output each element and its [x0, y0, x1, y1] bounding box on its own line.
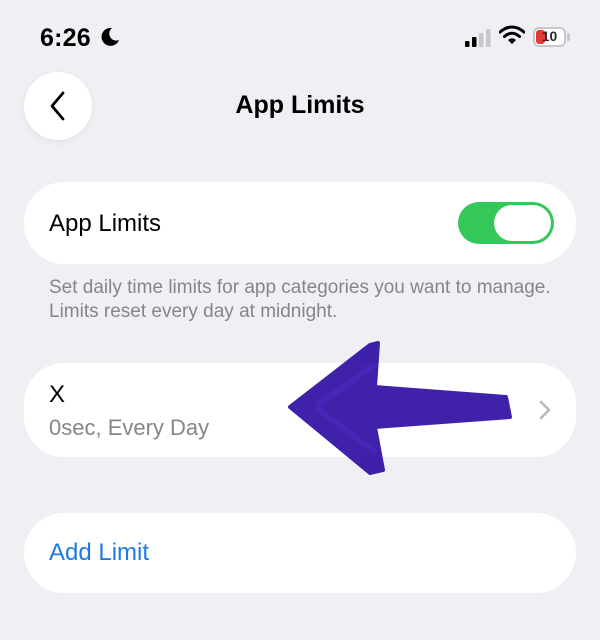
limit-name: X — [49, 381, 66, 408]
wifi-icon — [498, 25, 526, 50]
back-button[interactable] — [24, 72, 92, 140]
cellular-signal-icon — [465, 29, 493, 52]
add-limit-button[interactable]: Add Limit — [49, 539, 149, 567]
app-limits-toggle-label: App Limits — [49, 210, 162, 237]
app-limits-switch[interactable] — [458, 202, 554, 244]
add-limit-row[interactable]: Add Limit — [24, 513, 576, 593]
battery-icon: 10 — [533, 27, 566, 47]
chevron-right-icon — [539, 400, 551, 420]
limit-detail: 0sec, Every Day — [49, 415, 210, 440]
battery-level-text: 10 — [541, 28, 558, 44]
app-limits-description: Set daily time limits for app categories… — [49, 277, 551, 322]
switch-knob — [494, 205, 551, 241]
chevron-left-icon — [50, 91, 65, 121]
status-bar: 6:26 10 — [0, 0, 600, 72]
app-limits-toggle-row: App Limits — [24, 182, 576, 264]
moon-icon — [100, 27, 120, 52]
status-time: 6:26 — [40, 24, 91, 52]
battery-cap — [567, 33, 570, 41]
limit-row-x[interactable]: X 0sec, Every Day — [24, 363, 576, 457]
